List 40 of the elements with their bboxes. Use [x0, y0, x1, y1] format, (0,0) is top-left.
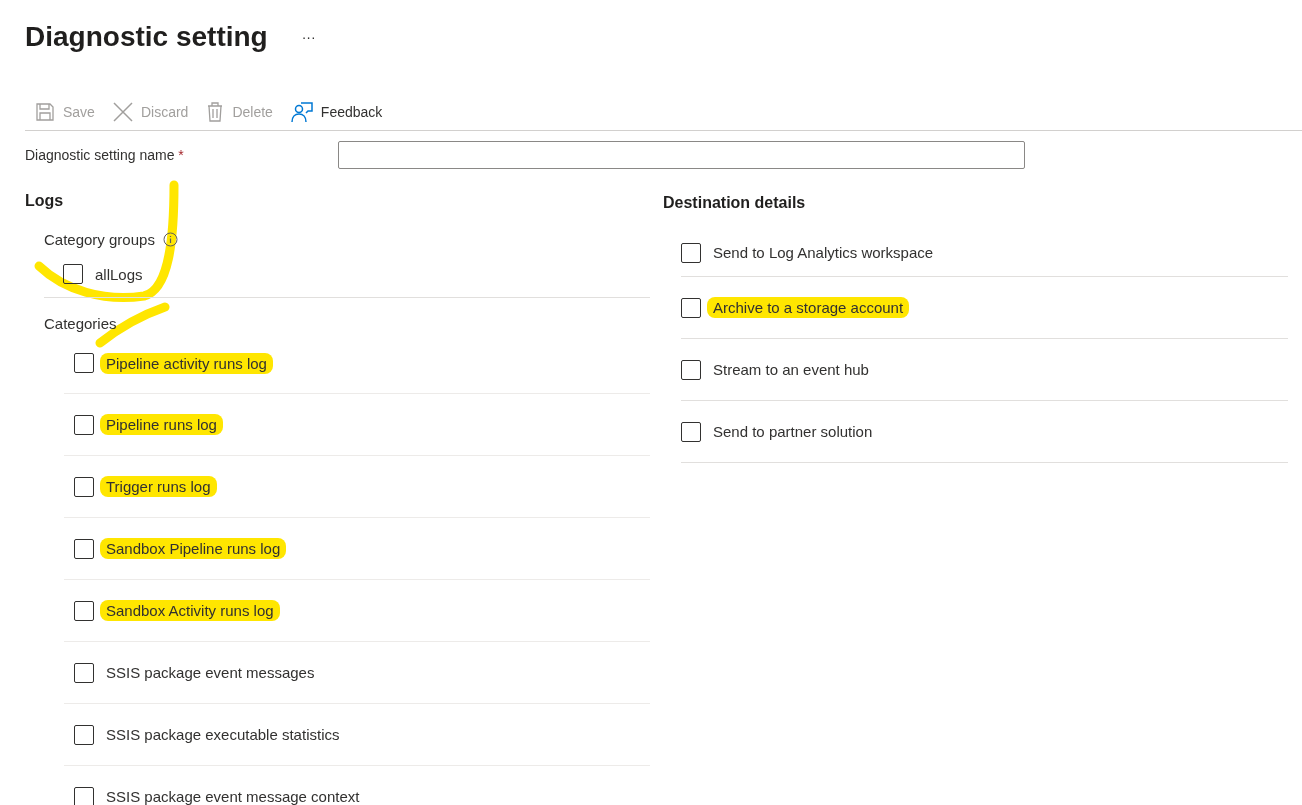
subsection-label: Category groups: [44, 230, 155, 248]
checkbox-label: SSIS package executable statistics: [105, 725, 341, 745]
feedback-icon: [290, 100, 313, 123]
checkbox-label: Stream to an event hub: [712, 360, 870, 380]
checkbox[interactable]: [681, 297, 701, 318]
checkbox[interactable]: [74, 414, 94, 435]
checkbox[interactable]: [74, 662, 94, 683]
checkbox-label: SSIS package event messages: [105, 663, 316, 683]
checkbox[interactable]: [681, 359, 701, 380]
checkbox[interactable]: [74, 538, 94, 559]
subsection-label: Categories: [44, 314, 117, 332]
checkbox-label: Archive to a storage account: [707, 297, 910, 318]
checkbox-label: Send to partner solution: [712, 422, 874, 442]
checkbox-label: Sandbox Activity runs log: [100, 600, 280, 621]
save-icon: [35, 101, 55, 122]
checkbox-label: Send to Log Analytics workspace: [712, 243, 935, 263]
checkbox[interactable]: [74, 724, 94, 745]
section-heading: Logs: [25, 191, 65, 211]
checkbox-label: Trigger runs log: [100, 476, 217, 497]
more-button[interactable]: ···: [297, 27, 320, 47]
checkbox[interactable]: [681, 421, 701, 442]
page-title: Diagnostic setting: [25, 21, 268, 53]
input-field[interactable]: [338, 141, 1025, 169]
trash-icon: [206, 101, 225, 122]
close-icon: [112, 101, 133, 122]
checkbox[interactable]: [63, 264, 83, 284]
checkbox-label: allLogs: [94, 264, 144, 285]
checkbox[interactable]: [74, 353, 94, 373]
checkbox[interactable]: [74, 600, 94, 621]
checkbox[interactable]: [74, 786, 94, 805]
checkbox[interactable]: [74, 476, 94, 497]
checkbox-label: Pipeline activity runs log: [100, 352, 273, 374]
info-icon: [162, 231, 178, 247]
checkbox-label: Pipeline runs log: [100, 414, 223, 435]
checkbox-label: SSIS package event message context: [105, 787, 361, 805]
field-label: Diagnostic setting name *: [25, 147, 185, 163]
toolbar-button[interactable]: Feedback: [290, 100, 383, 123]
checkbox[interactable]: [681, 242, 701, 263]
checkbox-label: Sandbox Pipeline runs log: [100, 538, 287, 559]
section-heading: Destination details: [663, 193, 807, 213]
